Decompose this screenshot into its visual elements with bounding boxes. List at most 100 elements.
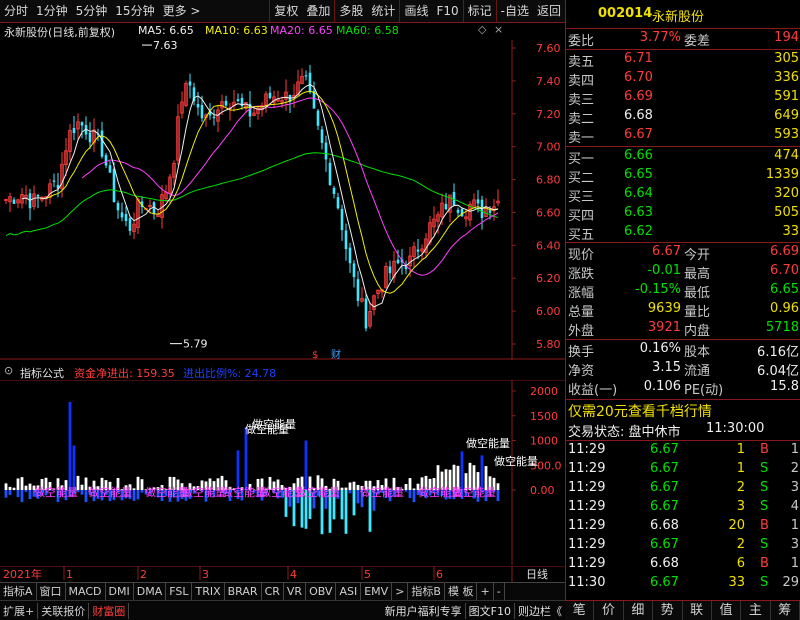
trade-status: 交易状态: 盘中休市 11:30:00 xyxy=(568,421,765,440)
price-tick-label: 7.00 xyxy=(536,141,561,154)
stat-label: 现价 xyxy=(568,248,595,263)
inflow-bar xyxy=(16,478,20,490)
toolbar-item-7[interactable]: 多股 xyxy=(335,0,367,23)
short-energy-label: 做空能量 xyxy=(88,485,132,499)
indicator-tab-7[interactable]: BRAR xyxy=(225,582,262,601)
dropdown-icon[interactable]: ⊙ xyxy=(4,364,13,377)
candle-body xyxy=(80,122,84,126)
indicator-tab-9[interactable]: VR xyxy=(284,582,307,601)
tick-time: 11:29 xyxy=(568,461,606,476)
toolbar-item-4[interactable]: 更多 > xyxy=(159,0,205,23)
indicator-tab-2[interactable]: MACD xyxy=(66,582,106,601)
outflow-bar xyxy=(16,490,20,498)
indicator-tab-4[interactable]: DMA xyxy=(134,582,167,601)
dollar-marker[interactable]: $ xyxy=(312,350,318,360)
indicator-tab-14[interactable]: 指标B xyxy=(408,582,445,601)
toolbar-item-10[interactable]: F10 xyxy=(432,0,462,23)
stat-label: 涨幅 xyxy=(568,286,595,301)
buy-level-label: 买四 xyxy=(568,209,595,224)
inflow-bar xyxy=(84,477,88,490)
quote-tab-0[interactable]: 笔 xyxy=(565,601,595,620)
stat-label: 最高 xyxy=(684,267,711,282)
diamond-icon[interactable]: ◇ xyxy=(478,23,486,36)
quote-tab-5[interactable]: 值 xyxy=(712,601,742,620)
quote-tab-2[interactable]: 细 xyxy=(624,601,654,620)
buy-level-label: 买二 xyxy=(568,171,595,186)
toolbar-item-5[interactable]: 复权 xyxy=(270,0,302,23)
indicator-chart[interactable]: 200015001000500.00.00做空能量 做空能量 做空能量做空能量做空能… xyxy=(0,380,565,565)
wealth-circle-button[interactable]: 财富圈 xyxy=(89,602,130,619)
candle-body xyxy=(352,263,356,278)
inflow-bar xyxy=(4,483,8,490)
indicator-tab-0[interactable]: 指标A xyxy=(0,582,37,601)
indicator-tab-5[interactable]: FSL xyxy=(166,582,193,601)
toolbar-item-9[interactable]: 画线 xyxy=(400,0,432,23)
quote-tab-6[interactable]: 主 xyxy=(741,601,771,620)
toolbar-item-2[interactable]: 5分钟 xyxy=(72,0,112,23)
expand-button[interactable]: 扩展+ xyxy=(0,602,39,619)
toolbar-item-0[interactable]: 分时 xyxy=(0,0,32,23)
quote-tab-1[interactable]: 价 xyxy=(594,601,624,620)
toolbar-item-1[interactable]: 1分钟 xyxy=(32,0,72,23)
indicator-tab-6[interactable]: TRIX xyxy=(192,582,225,601)
toolbar-item-3[interactable]: 15分钟 xyxy=(111,0,158,23)
indicator-tab-12[interactable]: EMV xyxy=(361,582,393,601)
indicator-header: ⊙ 指标公式 资金净进出: 159.35 进出比例%: 24.78 xyxy=(0,364,565,380)
toolbar-item-13[interactable]: 返回 xyxy=(533,0,565,23)
buy-row-1: 买一 6.66 474 xyxy=(566,148,800,167)
stat2-row-0: 换手 0.16% 股本 6.16亿 xyxy=(566,341,800,360)
sidebar-toggle[interactable]: 则边栏《 xyxy=(514,602,565,619)
sell-level-label: 卖四 xyxy=(568,74,595,89)
indicator-tab-15[interactable]: 模 板 xyxy=(445,582,478,601)
tick-time: 11:29 xyxy=(568,537,606,552)
indicator-tab-11[interactable]: ASI xyxy=(336,582,362,601)
indicator-tab-17[interactable]: - xyxy=(494,582,505,601)
year-label: 2021年 xyxy=(3,567,42,581)
promo-banner[interactable]: 仅需20元查看千档行情 xyxy=(566,401,800,421)
short-energy-label: 做空能量 xyxy=(360,485,404,499)
inflow-bar xyxy=(236,450,240,490)
toolbar-item-8[interactable]: 统计 xyxy=(367,0,399,23)
quote-tab-4[interactable]: 联 xyxy=(683,601,712,620)
indicator-tab-3[interactable]: DMI xyxy=(106,582,134,601)
quote-tab-7[interactable]: 筹 xyxy=(771,601,800,620)
indicator-tab-10[interactable]: OBV xyxy=(306,582,337,601)
tick-count: 1 xyxy=(790,442,799,457)
inflow-bar xyxy=(140,479,144,490)
close-icon[interactable]: × xyxy=(494,23,503,36)
indicator-tab-8[interactable]: CR xyxy=(262,582,284,601)
sell-price: 6.68 xyxy=(624,108,653,123)
inflow-bar xyxy=(344,487,348,490)
tick-side: B xyxy=(760,518,769,533)
indicator-tab-1[interactable]: 窗口 xyxy=(37,582,66,601)
toolbar-item-11[interactable]: 标记 xyxy=(464,0,496,23)
kline-chart[interactable]: 7.60 7.40 7.20 7.00 6.80 6.60 6.40 6.20 6.00 5.80… xyxy=(0,40,565,360)
finance-marker[interactable]: 财 xyxy=(331,348,341,360)
toolbar-item-12[interactable]: -自选 xyxy=(497,0,533,23)
ma20-label: MA20: 6.65 xyxy=(270,24,333,37)
toolbar-item-6[interactable]: 叠加 xyxy=(302,0,334,23)
candle-body xyxy=(456,209,460,213)
stat2-row-2: 收益(一) 0.106 PE(动) 15.8 xyxy=(566,379,800,398)
indicator-tab-13[interactable]: > xyxy=(392,582,409,601)
price-tick-label: 7.40 xyxy=(536,75,561,88)
candle-body xyxy=(488,210,492,213)
stat-label: 今开 xyxy=(684,248,711,263)
indicator-tab-16[interactable]: + xyxy=(477,582,494,601)
new-user-benefit-link[interactable]: 新用户福利专享 xyxy=(382,603,465,619)
indicator-value-1: 资金净进出: 159.35 xyxy=(74,367,175,380)
stat-label: 涨跌 xyxy=(568,267,595,282)
stat-value: 6.69 xyxy=(770,244,799,259)
quote-tab-3[interactable]: 势 xyxy=(653,601,683,620)
inflow-bar xyxy=(28,483,32,490)
price-tick-label: 6.40 xyxy=(536,239,561,252)
inflow-bar xyxy=(356,484,360,490)
candle-body xyxy=(88,132,92,143)
period-label[interactable]: 日线 xyxy=(526,567,548,581)
f10-button[interactable]: 图文F10 xyxy=(464,602,514,619)
candle-body xyxy=(340,209,344,231)
candle-body xyxy=(344,230,348,250)
inflow-bar xyxy=(304,440,308,490)
stat-row-2: 涨幅 -0.15% 最低 6.65 xyxy=(566,282,800,301)
related-quotes-button[interactable]: 关联报价 xyxy=(38,602,90,619)
